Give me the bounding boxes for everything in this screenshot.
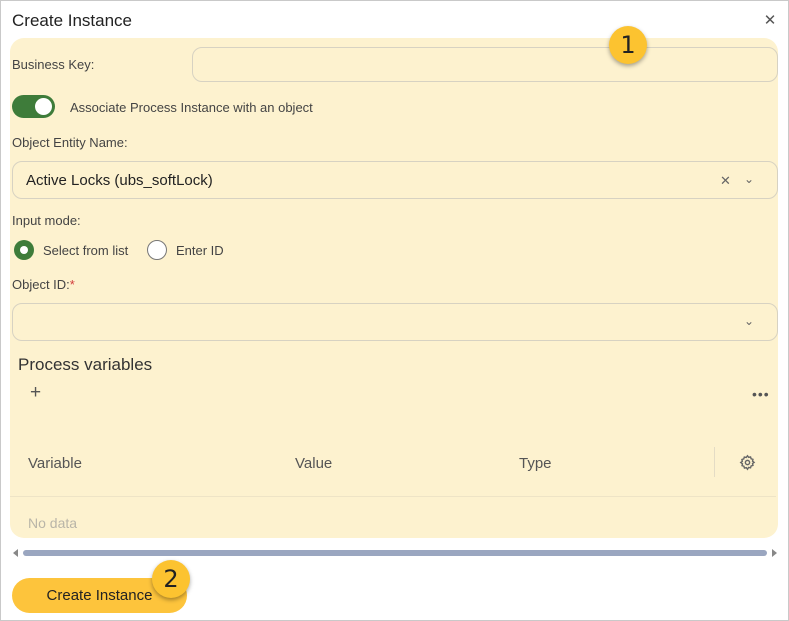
- toggle-knob: [35, 98, 52, 115]
- associate-object-toggle[interactable]: [12, 95, 55, 118]
- create-instance-dialog: Create Instance ✕ Business Key: Associat…: [0, 0, 789, 621]
- gear-icon[interactable]: [739, 454, 756, 471]
- column-header-value[interactable]: Value: [295, 455, 332, 472]
- object-entity-value: Active Locks (ubs_softLock): [26, 172, 213, 189]
- horizontal-scrollbar[interactable]: [13, 548, 777, 558]
- dialog-title: Create Instance: [12, 11, 133, 30]
- scrollbar-thumb[interactable]: [23, 550, 767, 556]
- more-horizontal-icon[interactable]: •••: [752, 387, 770, 401]
- object-id-label: Object ID:*: [12, 277, 75, 292]
- object-entity-label: Object Entity Name:: [12, 135, 128, 150]
- radio-select-from-list[interactable]: [14, 240, 34, 260]
- business-key-input[interactable]: [192, 47, 778, 82]
- table-header-divider: [10, 496, 776, 497]
- scroll-right-arrow-icon[interactable]: [772, 549, 777, 557]
- annotation-badge-2: 2: [152, 560, 190, 598]
- column-separator: [714, 447, 715, 477]
- associate-object-label: Associate Process Instance with an objec…: [70, 100, 313, 115]
- radio-enter-id-label: Enter ID: [176, 243, 224, 258]
- object-id-label-text: Object ID:: [12, 277, 70, 292]
- business-key-label: Business Key:: [12, 57, 95, 72]
- column-header-type[interactable]: Type: [519, 455, 552, 472]
- input-mode-label: Input mode:: [12, 213, 81, 228]
- annotation-badge-1: 1: [609, 26, 647, 64]
- object-id-select[interactable]: ⌄: [12, 303, 778, 341]
- column-header-variable[interactable]: Variable: [28, 455, 82, 472]
- chevron-down-icon[interactable]: ⌄: [744, 172, 754, 186]
- plus-icon[interactable]: +: [30, 383, 41, 402]
- scroll-left-arrow-icon[interactable]: [13, 549, 18, 557]
- empty-table-message: No data: [28, 515, 78, 531]
- object-entity-select[interactable]: Active Locks (ubs_softLock) ✕ ⌄: [12, 161, 778, 199]
- close-icon[interactable]: ✕: [762, 13, 778, 29]
- radio-enter-id[interactable]: [147, 240, 167, 260]
- required-mark: *: [69, 277, 75, 292]
- radio-select-from-list-label: Select from list: [43, 243, 129, 258]
- clear-icon[interactable]: ✕: [720, 174, 731, 188]
- chevron-down-icon[interactable]: ⌄: [744, 314, 754, 328]
- process-variables-title: Process variables: [18, 355, 153, 374]
